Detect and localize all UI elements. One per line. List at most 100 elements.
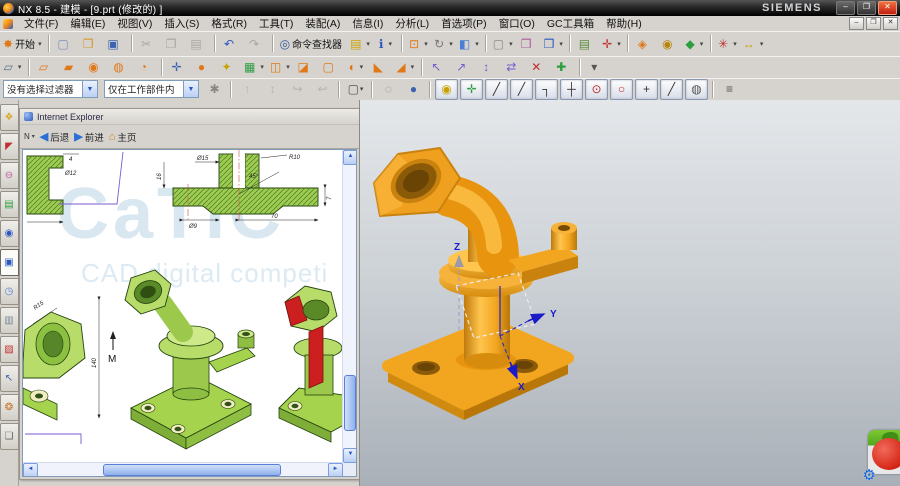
- menu-item[interactable]: 分析(L): [389, 16, 435, 31]
- extrude-button[interactable]: ▰: [59, 57, 82, 78]
- point-button[interactable]: ✦: [217, 57, 240, 78]
- menu-item[interactable]: 编辑(E): [64, 16, 111, 31]
- restore-button[interactable]: ❐: [857, 1, 876, 15]
- import-part-button[interactable]: ❒: [517, 33, 540, 54]
- tab-assembly-navigator[interactable]: ❖: [0, 104, 19, 131]
- save-button[interactable]: ▣: [104, 33, 127, 54]
- vertical-scroll-thumb[interactable]: [344, 375, 356, 430]
- ie-pane-header[interactable]: Internet Explorer: [20, 109, 359, 124]
- menu-item[interactable]: 帮助(H): [600, 16, 648, 31]
- trim-body-button[interactable]: ◪: [294, 57, 317, 78]
- pattern-feature-button[interactable]: ▦: [242, 57, 266, 78]
- mdi-minimize-button[interactable]: –: [849, 17, 864, 30]
- menu-item[interactable]: 首选项(P): [435, 16, 493, 31]
- window-style-button[interactable]: ▢: [491, 33, 515, 54]
- new-button[interactable]: ▢: [54, 33, 77, 54]
- menu-item[interactable]: 装配(A): [299, 16, 346, 31]
- ie-horizontal-scrollbar[interactable]: ◄ ►: [23, 462, 343, 476]
- shell-button[interactable]: ▢: [319, 57, 342, 78]
- snap-quadrant-button[interactable]: ○: [610, 79, 633, 100]
- snapshot-button[interactable]: ◈: [633, 33, 656, 54]
- gear-icon[interactable]: ⚙: [863, 466, 876, 484]
- offset-region-button[interactable]: ↕: [477, 57, 500, 78]
- tab-reuse-library[interactable]: ▤: [0, 191, 19, 218]
- replace-face-button[interactable]: ⇄: [502, 57, 525, 78]
- menu-item[interactable]: 文件(F): [18, 16, 64, 31]
- highlight-rollover-button[interactable]: ◌: [377, 79, 400, 100]
- selection-scope-combo[interactable]: 仅在工作部件内 ▼: [104, 80, 199, 98]
- scroll-up-icon[interactable]: ▲: [343, 150, 357, 165]
- snap-endpoint-button[interactable]: ╱: [485, 79, 508, 100]
- select-prev-button[interactable]: ↑: [236, 79, 259, 100]
- chamfer-button[interactable]: ◣: [369, 57, 392, 78]
- close-button[interactable]: ✕: [878, 1, 897, 15]
- snap-intersection-button[interactable]: ┼: [560, 79, 583, 100]
- pull-face-button[interactable]: ↗: [452, 57, 475, 78]
- work-layer-button[interactable]: ▤: [348, 33, 372, 54]
- graphics-viewport[interactable]: Z Y X ⚙: [359, 100, 900, 486]
- tab-roles[interactable]: ❂: [0, 394, 19, 421]
- animation-button[interactable]: ◆: [683, 33, 706, 54]
- tab-part-navigator[interactable]: ⊖: [0, 162, 19, 189]
- tab-internet-explorer[interactable]: ▣: [0, 249, 19, 276]
- snap-point-on-face-button[interactable]: ◍: [685, 79, 708, 100]
- snap-enable-button[interactable]: ✛: [460, 79, 483, 100]
- orange-part-model[interactable]: [374, 148, 578, 420]
- ie-vertical-scrollbar[interactable]: ▲ ▼: [342, 150, 356, 463]
- general-selection-button[interactable]: ✱: [203, 79, 226, 100]
- delete-face-button[interactable]: ✕: [527, 57, 550, 78]
- datum-plane-button[interactable]: ▱: [34, 57, 57, 78]
- select-next-button[interactable]: ↪: [286, 79, 309, 100]
- open-button[interactable]: ❒: [79, 33, 102, 54]
- selection-filter-combo[interactable]: 没有选择过滤器 ▼: [3, 80, 98, 98]
- tab-history[interactable]: ◷: [0, 278, 19, 305]
- snap-point-button[interactable]: ◉: [435, 79, 458, 100]
- shaded-ball-button[interactable]: ●: [402, 79, 425, 100]
- menu-item[interactable]: 窗口(O): [493, 16, 541, 31]
- wcs-orient-button[interactable]: ✛: [600, 33, 623, 54]
- paste-button[interactable]: ▤: [187, 33, 210, 54]
- chevron-down-icon[interactable]: ▼: [82, 81, 97, 97]
- menu-item[interactable]: 信息(I): [346, 16, 389, 31]
- tab-process-studio[interactable]: ▥: [0, 307, 19, 334]
- move-face-button[interactable]: ↖: [427, 57, 450, 78]
- mdi-restore-button[interactable]: ❐: [866, 17, 881, 30]
- export-part-button[interactable]: ❒: [542, 33, 565, 54]
- visualization-button[interactable]: ◉: [658, 33, 681, 54]
- mdi-close-button[interactable]: ✕: [883, 17, 898, 30]
- menu-item[interactable]: 工具(T): [253, 16, 299, 31]
- rotate-view-button[interactable]: ↻: [432, 33, 455, 54]
- shaded-display-button[interactable]: ◧: [457, 33, 481, 54]
- chevron-down-icon[interactable]: ▼: [183, 81, 198, 97]
- menu-item[interactable]: 视图(V): [111, 16, 158, 31]
- view-info-button[interactable]: ℹ: [374, 33, 397, 54]
- selection-list-button[interactable]: ≡: [718, 79, 741, 100]
- multi-select-button[interactable]: ↩: [311, 79, 334, 100]
- scroll-down-icon[interactable]: ▼: [343, 448, 357, 463]
- fit-view-button[interactable]: ⊡: [407, 33, 430, 54]
- snap-midpoint-button[interactable]: ╱: [510, 79, 533, 100]
- tab-selection-playback[interactable]: ↖: [0, 365, 19, 392]
- snap-center-button[interactable]: ⊙: [585, 79, 608, 100]
- boss-button[interactable]: ◔: [134, 57, 157, 78]
- tab-constraint-navigator[interactable]: ◤: [0, 133, 19, 160]
- select-chain-button[interactable]: ↕: [261, 79, 284, 100]
- command-finder-button[interactable]: ◎ 命令查找器: [278, 33, 346, 54]
- assembly-constraints-button[interactable]: ✳: [716, 33, 739, 54]
- unite-button[interactable]: ◫: [268, 57, 292, 78]
- start-menu-button[interactable]: ✸ 开始: [1, 33, 44, 54]
- tab-manufacturing-wizard[interactable]: ▨: [0, 336, 19, 363]
- minimize-button[interactable]: –: [836, 1, 855, 15]
- sphere-button[interactable]: ●: [192, 57, 215, 78]
- scroll-left-icon[interactable]: ◄: [23, 463, 38, 477]
- snap-existing-point-button[interactable]: +: [635, 79, 658, 100]
- tab-hd3d-tools[interactable]: ◉: [0, 220, 19, 247]
- snap-point-on-curve-button[interactable]: ╱: [660, 79, 683, 100]
- ie-menu-button[interactable]: N: [24, 132, 35, 141]
- sketch-button[interactable]: ▱: [1, 57, 24, 78]
- resize-face-button[interactable]: ✚: [552, 57, 575, 78]
- view-manager-button[interactable]: ▤: [575, 33, 598, 54]
- copy-button[interactable]: ❐: [162, 33, 185, 54]
- undo-button[interactable]: ↶: [220, 33, 243, 54]
- menu-item[interactable]: GC工具箱: [541, 16, 600, 31]
